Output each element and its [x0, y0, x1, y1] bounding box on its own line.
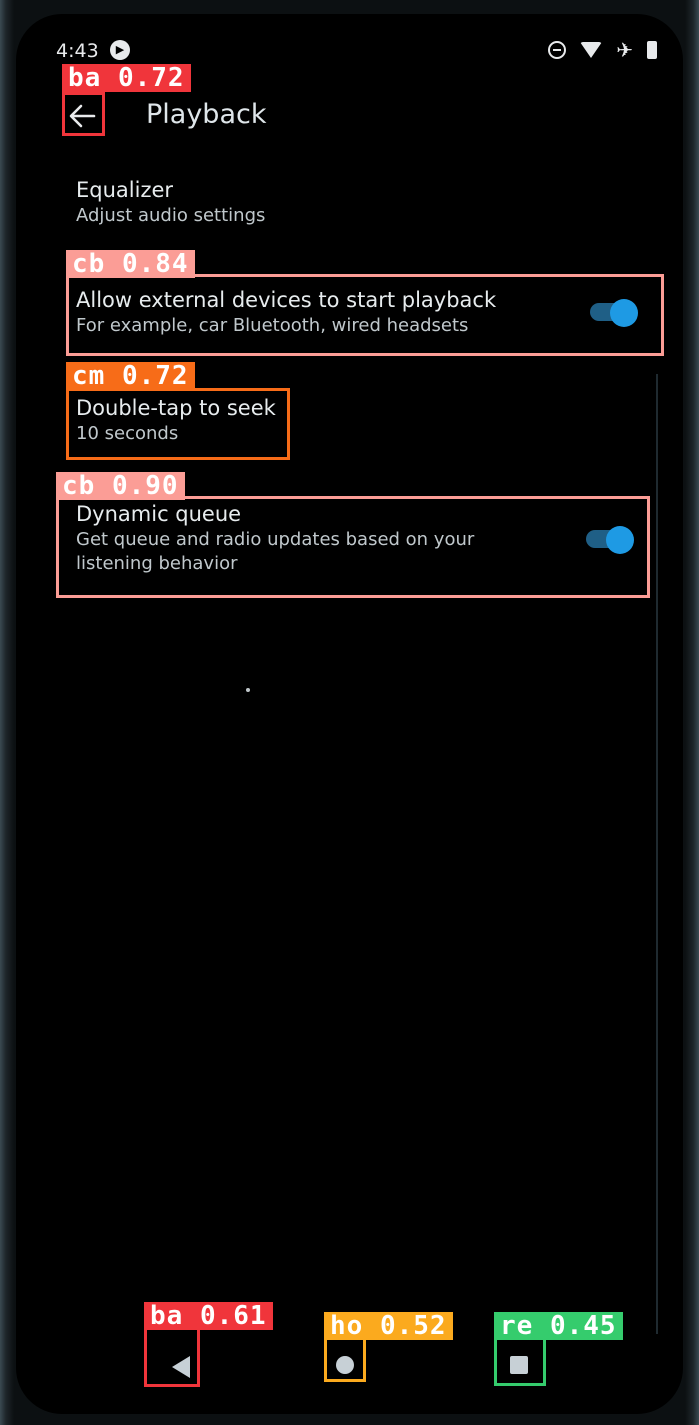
detection-label: cm 0.72 [66, 362, 195, 390]
status-bar: 4:43 ▶ ✈ [16, 36, 683, 66]
status-icons: ✈ [548, 40, 657, 60]
page-title: Playback [146, 99, 267, 130]
detection-box-item [66, 388, 290, 460]
detection-box-nav-recents [494, 1336, 546, 1386]
phone-frame: 4:43 ▶ ✈ Playback Equalizer Adjust audio… [0, 0, 699, 1425]
top-app-bar: Playback [16, 92, 683, 140]
airplane-icon: ✈ [616, 38, 633, 62]
detection-label: ba 0.72 [62, 64, 191, 92]
detection-label: cb 0.84 [66, 250, 195, 278]
detection-label: cb 0.90 [56, 472, 185, 500]
scrollbar[interactable] [656, 374, 658, 1334]
detection-label: ho 0.52 [324, 1312, 453, 1340]
setting-equalizer[interactable]: Equalizer Adjust audio settings [76, 176, 656, 228]
do-not-disturb-icon [548, 41, 567, 59]
detection-box-nav-home [324, 1336, 366, 1382]
detection-label: ba 0.61 [144, 1302, 273, 1330]
detection-box-nav-back [144, 1327, 200, 1387]
setting-title: Equalizer [76, 178, 174, 202]
status-time: 4:43 [56, 40, 99, 62]
touch-dot [246, 688, 250, 692]
wifi-icon [580, 42, 603, 58]
media-playing-icon: ▶ [110, 40, 130, 60]
detection-box-checkbox [56, 496, 650, 598]
battery-icon [647, 41, 657, 59]
detection-box-back [62, 92, 105, 136]
detection-label: re 0.45 [494, 1312, 623, 1340]
detection-box-checkbox [66, 274, 664, 356]
screen: 4:43 ▶ ✈ Playback Equalizer Adjust audio… [16, 14, 683, 1414]
setting-summary: Adjust audio settings [76, 205, 266, 226]
